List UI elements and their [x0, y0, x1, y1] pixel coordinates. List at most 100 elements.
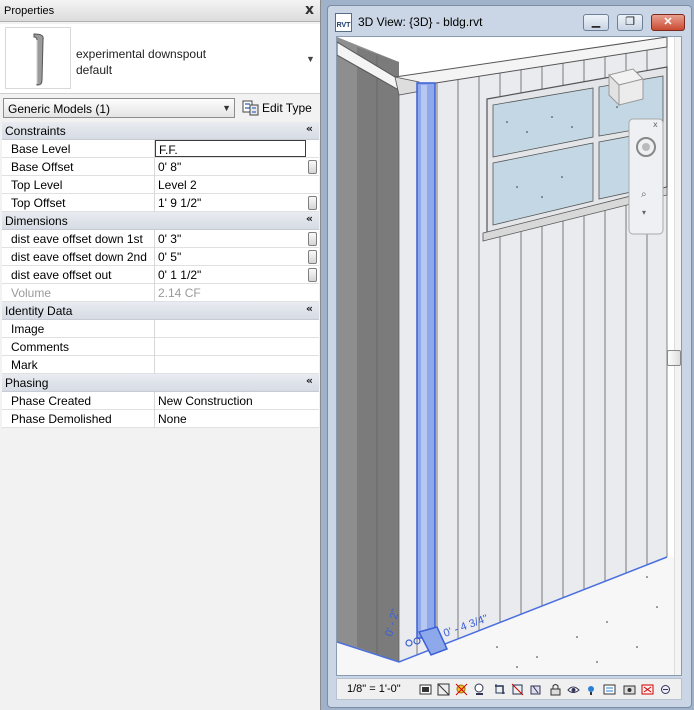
property-label: dist eave offset down 1st	[2, 230, 155, 248]
restore-button[interactable]: ❐	[617, 14, 643, 31]
property-row-eave-down-2nd: dist eave offset down 2nd 0' 5"	[2, 248, 319, 266]
group-label: Constraints	[5, 124, 66, 138]
temporary-hide-icon[interactable]	[567, 683, 580, 696]
minimize-button[interactable]: ▁	[583, 14, 609, 31]
analytical-model-icon[interactable]	[641, 683, 654, 696]
group-label: Dimensions	[5, 214, 68, 228]
show-crop-region-icon[interactable]	[511, 683, 524, 696]
viewcube-icon[interactable]	[608, 68, 644, 107]
render-icon[interactable]	[623, 683, 636, 696]
property-label: Comments	[2, 338, 155, 356]
collapse-chevron-icon[interactable]: «	[306, 302, 313, 315]
visual-style-icon[interactable]	[437, 683, 450, 696]
property-row-mark: Mark	[2, 356, 319, 374]
restore-icon: ❐	[625, 16, 635, 28]
property-label: Image	[2, 320, 155, 338]
property-row-phase-demolished: Phase Demolished None	[2, 410, 319, 428]
edit-type-icon	[242, 100, 259, 116]
unlocked-view-icon[interactable]	[529, 683, 542, 696]
property-label: dist eave offset out	[2, 266, 155, 284]
close-button[interactable]: ✕	[651, 14, 685, 31]
close-icon[interactable]: x	[305, 2, 314, 18]
side-wall-shadow	[357, 47, 399, 662]
svg-text:⌕: ⌕	[641, 189, 647, 200]
eave-down-1st-field[interactable]: 0' 3"	[155, 230, 306, 248]
comments-field[interactable]	[155, 338, 306, 356]
close-icon: ✕	[663, 16, 673, 28]
collapse-chevron-icon[interactable]: «	[306, 122, 313, 135]
view-control-bar: 1/8" = 1'-0"	[336, 678, 682, 700]
associate-parameter-button[interactable]	[308, 250, 317, 264]
mark-field[interactable]	[155, 356, 306, 374]
phase-demolished-field[interactable]: None	[155, 410, 306, 428]
top-level-field[interactable]: Level 2	[155, 176, 306, 194]
base-offset-field[interactable]: 0' 8"	[155, 158, 306, 176]
view-titlebar[interactable]: RVT 3D View: {3D} - bldg.rvt ▁ ❐ ✕	[328, 6, 691, 36]
property-label: Top Offset	[2, 194, 155, 212]
property-label: Phase Created	[2, 392, 155, 410]
revit-file-icon: RVT	[335, 13, 352, 32]
detail-level-icon[interactable]	[419, 683, 432, 696]
temporary-view-properties-icon[interactable]	[603, 683, 616, 696]
top-offset-field[interactable]: 1' 9 1/2"	[155, 194, 306, 212]
svg-text:x: x	[653, 120, 658, 129]
chevron-down-icon: ▼	[222, 103, 231, 113]
building-3d-model: 0' - 2" 0' - 4 3/4" ⌕ ▾ x	[337, 37, 681, 675]
type-name: experimental downspout default	[76, 46, 206, 78]
svg-text:▾: ▾	[642, 208, 646, 217]
associate-parameter-button[interactable]	[308, 160, 317, 174]
highlight-displacement-icon[interactable]	[659, 683, 672, 696]
group-dimensions[interactable]: Dimensions «	[2, 212, 319, 230]
view-scale[interactable]: 1/8" = 1'-0"	[347, 683, 401, 695]
volume-value: 2.14 CF	[158, 286, 201, 300]
property-row-volume: Volume 2.14 CF	[2, 284, 319, 302]
property-label: Top Level	[2, 176, 155, 194]
navigation-bar[interactable]: ⌕ ▾ x	[628, 118, 664, 235]
property-label: Volume	[2, 284, 155, 302]
property-row-top-offset: Top Offset 1' 9 1/2"	[2, 194, 319, 212]
property-row-image: Image	[2, 320, 319, 338]
category-filter-select[interactable]: Generic Models (1) ▼	[3, 98, 235, 118]
group-constraints[interactable]: Constraints «	[2, 122, 319, 140]
property-row-top-level: Top Level Level 2	[2, 176, 319, 194]
eave-out-field[interactable]: 0' 1 1/2"	[155, 266, 306, 284]
base-level-field[interactable]: F.F.	[155, 140, 306, 157]
property-label: Mark	[2, 356, 155, 374]
associate-parameter-button[interactable]	[308, 232, 317, 246]
property-row-base-offset: Base Offset 0' 8"	[2, 158, 319, 176]
group-phasing[interactable]: Phasing «	[2, 374, 319, 392]
group-identity-data[interactable]: Identity Data «	[2, 302, 319, 320]
type-preview-image	[5, 27, 71, 89]
edit-type-button[interactable]: Edit Type	[240, 98, 318, 119]
type-selector[interactable]: experimental downspout default ▼	[0, 24, 320, 94]
property-row-phase-created: Phase Created New Construction	[2, 392, 319, 410]
collapse-chevron-icon[interactable]: «	[306, 212, 313, 225]
property-row-comments: Comments	[2, 338, 319, 356]
lock-3d-view-icon[interactable]	[549, 683, 562, 696]
property-grid: Constraints « Base Level F.F. Base Offse…	[2, 122, 319, 428]
properties-titlebar[interactable]: Properties x	[0, 0, 320, 22]
collapse-chevron-icon[interactable]: «	[306, 374, 313, 387]
sun-path-icon[interactable]	[455, 683, 468, 696]
phase-created-field[interactable]: New Construction	[155, 392, 306, 410]
property-row-eave-down-1st: dist eave offset down 1st 0' 3"	[2, 230, 319, 248]
category-select-value: Generic Models (1)	[8, 102, 111, 116]
crop-view-icon[interactable]	[493, 683, 506, 696]
3d-viewport-canvas[interactable]: 0' - 2" 0' - 4 3/4" ⌕ ▾ x	[336, 36, 682, 676]
property-label: Base Level	[2, 140, 155, 158]
chevron-down-icon[interactable]: ▼	[306, 54, 315, 64]
property-row-eave-out: dist eave offset out 0' 1 1/2"	[2, 266, 319, 284]
shadows-icon[interactable]	[473, 683, 486, 696]
image-field[interactable]	[155, 320, 306, 338]
type-variant-name: default	[76, 63, 113, 77]
downspout-preview-icon	[33, 33, 44, 86]
property-row-base-level: Base Level F.F.	[2, 140, 319, 158]
property-label: Base Offset	[2, 158, 155, 176]
associate-parameter-button[interactable]	[308, 268, 317, 282]
group-label: Phasing	[5, 376, 49, 390]
scrollbar-thumb[interactable]	[667, 350, 681, 366]
properties-title: Properties	[4, 5, 55, 17]
reveal-hidden-icon[interactable]	[585, 683, 598, 696]
associate-parameter-button[interactable]	[308, 196, 317, 210]
eave-down-2nd-field[interactable]: 0' 5"	[155, 248, 306, 266]
